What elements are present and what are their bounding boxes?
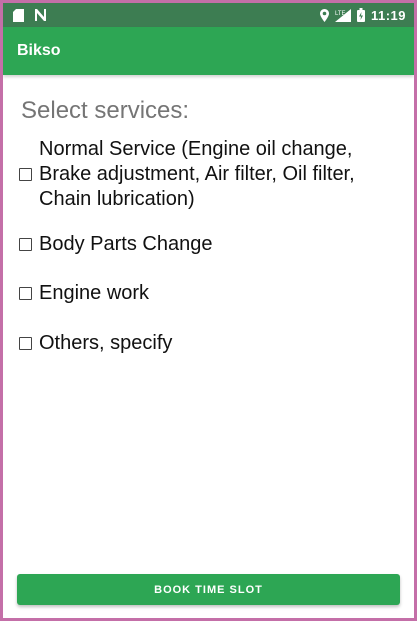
option-label: Others, specify — [39, 332, 173, 354]
app-title: Bikso — [17, 42, 61, 59]
option-label: Body Parts Change — [39, 233, 213, 255]
checkbox-others-specify[interactable] — [19, 337, 32, 350]
n-notification-icon — [34, 9, 47, 21]
page-heading: Select services: — [21, 97, 190, 124]
status-time: 11:19 — [370, 7, 406, 23]
sd-card-icon — [13, 8, 24, 22]
option-body-parts-change[interactable]: Body Parts Change — [19, 232, 212, 257]
signal-icon: LTE — [334, 8, 351, 22]
battery-icon — [356, 8, 365, 22]
option-engine-work[interactable]: Engine work — [19, 281, 149, 306]
option-label: Normal Service (Engine oil change, Brake… — [39, 138, 355, 210]
status-bar: LTE 11:19 — [3, 3, 414, 27]
option-others-specify[interactable]: Others, specify — [19, 331, 172, 356]
checkbox-normal-service[interactable] — [19, 168, 32, 181]
checkbox-engine-work[interactable] — [19, 287, 32, 300]
network-type-label: LTE — [335, 11, 346, 17]
app-screen: LTE 11:19 Bikso Select services: Normal … — [3, 3, 414, 618]
book-time-slot-button[interactable]: BOOK TIME SLOT — [17, 574, 400, 605]
option-normal-service[interactable]: Normal Service (Engine oil change, Brake… — [19, 137, 389, 212]
option-label: Engine work — [39, 282, 150, 304]
location-icon — [319, 8, 329, 22]
checkbox-body-parts-change[interactable] — [19, 238, 32, 251]
app-bar: Bikso — [3, 27, 414, 75]
